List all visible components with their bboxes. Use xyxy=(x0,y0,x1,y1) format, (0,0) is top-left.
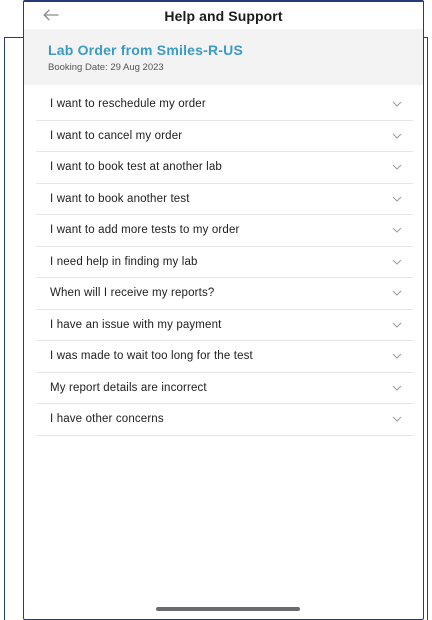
arrow-left-icon xyxy=(43,9,59,21)
issue-item-report-incorrect[interactable]: My report details are incorrect xyxy=(36,373,413,404)
issue-item-payment[interactable]: I have an issue with my payment xyxy=(36,310,413,341)
issue-label: I want to add more tests to my order xyxy=(50,224,240,237)
issue-label: I need help in finding my lab xyxy=(50,255,198,268)
issue-item-another-lab[interactable]: I want to book test at another lab xyxy=(36,152,413,184)
chevron-down-icon xyxy=(391,132,403,140)
chevron-down-icon xyxy=(391,384,403,392)
issue-label: I want to reschedule my order xyxy=(50,98,206,111)
issue-label: I have an issue with my payment xyxy=(50,318,222,331)
chevron-down-icon xyxy=(391,163,403,171)
page-title: Help and Support xyxy=(164,7,283,24)
top-app-bar: Help and Support xyxy=(24,2,423,29)
order-summary-card: Lab Order from Smiles-R-US Booking Date:… xyxy=(24,29,423,85)
chevron-down-icon xyxy=(391,195,403,203)
issue-label: My report details are incorrect xyxy=(50,381,207,394)
support-issue-list: I want to reschedule my order I want to … xyxy=(36,89,413,436)
phone-screen: Help and Support Lab Order from Smiles-R… xyxy=(23,0,424,620)
chevron-down-icon xyxy=(391,226,403,234)
chevron-down-icon xyxy=(391,100,403,108)
issue-item-wait-time[interactable]: I was made to wait too long for the test xyxy=(36,341,413,373)
issue-item-cancel[interactable]: I want to cancel my order xyxy=(36,121,413,152)
issue-label: When will I receive my reports? xyxy=(50,287,215,300)
issue-item-find-lab[interactable]: I need help in finding my lab xyxy=(36,247,413,278)
issue-label: I have other concerns xyxy=(50,413,164,426)
issue-item-add-tests[interactable]: I want to add more tests to my order xyxy=(36,215,413,247)
home-indicator-bar[interactable] xyxy=(156,607,300,611)
screenshot-stage: Help and Support Lab Order from Smiles-R… xyxy=(0,0,432,620)
issue-item-other[interactable]: I have other concerns xyxy=(36,404,413,436)
back-button[interactable] xyxy=(40,5,62,25)
chevron-down-icon xyxy=(391,258,403,266)
booking-date: Booking Date: 29 Aug 2023 xyxy=(48,62,164,73)
chevron-down-icon xyxy=(391,415,403,423)
chevron-down-icon xyxy=(391,352,403,360)
issue-label: I was made to wait too long for the test xyxy=(50,350,253,363)
issue-label: I want to book test at another lab xyxy=(50,161,222,174)
chevron-down-icon xyxy=(391,321,403,329)
order-title: Lab Order from Smiles-R-US xyxy=(48,42,244,58)
issue-item-reports[interactable]: When will I receive my reports? xyxy=(36,278,413,310)
issue-label: I want to cancel my order xyxy=(50,129,183,142)
issue-label: I want to book another test xyxy=(50,192,190,205)
chevron-down-icon xyxy=(391,289,403,297)
issue-item-reschedule[interactable]: I want to reschedule my order xyxy=(36,89,413,121)
issue-item-another-test[interactable]: I want to book another test xyxy=(36,184,413,215)
